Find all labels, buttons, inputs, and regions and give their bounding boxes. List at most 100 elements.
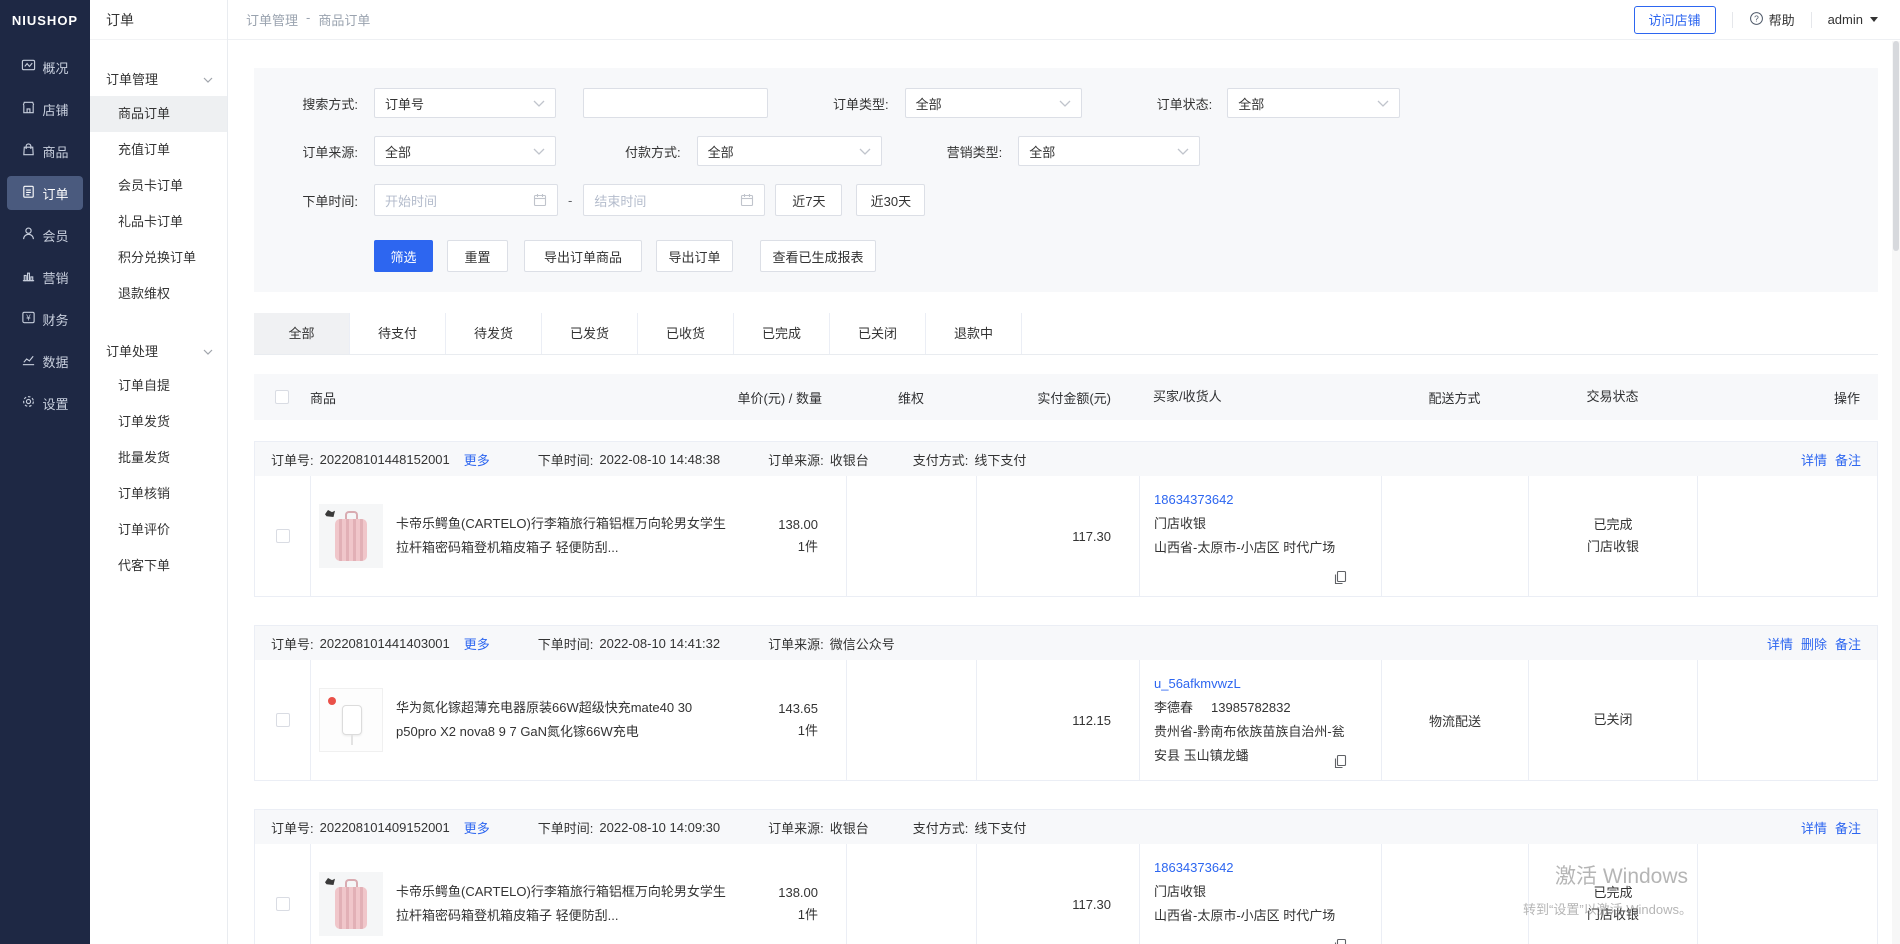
- sidebar-item-orders[interactable]: 订单: [7, 176, 83, 210]
- submenu-item-shipping[interactable]: 订单发货: [90, 404, 227, 440]
- tab-received[interactable]: 已收货: [638, 313, 734, 354]
- buyer-cell: 18634373642 门店收银 山西省-太原市-小店区 时代广场: [1140, 476, 1382, 596]
- last-7-days-button[interactable]: 近7天: [775, 184, 842, 216]
- sidebar-item-settings[interactable]: 设置: [7, 386, 83, 420]
- help-button[interactable]: ? 帮助: [1749, 10, 1795, 29]
- order-more-link[interactable]: 更多: [464, 634, 490, 653]
- submenu-group-label: 订单管理: [106, 69, 158, 88]
- order-delete-link[interactable]: 删除: [1801, 634, 1827, 653]
- order-row: 华为氮化镓超薄充电器原装66W超级快充mate40 30 p50pro X2 n…: [255, 660, 1877, 780]
- order-time-label: 下单时间:: [538, 634, 594, 653]
- delivery-method: 物流配送: [1429, 711, 1481, 730]
- sidebar-item-label: 概况: [42, 58, 68, 77]
- row-checkbox[interactable]: [276, 713, 290, 727]
- export-orders-button[interactable]: 导出订单: [656, 240, 733, 272]
- last-30-days-button[interactable]: 近30天: [856, 184, 925, 216]
- select-all-checkbox[interactable]: [275, 390, 289, 404]
- user-menu[interactable]: admin: [1828, 12, 1878, 27]
- product-image-suitcase: [319, 872, 383, 936]
- sidebar-item-goods[interactable]: 商品: [7, 134, 83, 168]
- tab-pending-shipment[interactable]: 待发货: [446, 313, 542, 354]
- order-more-link[interactable]: 更多: [464, 818, 490, 837]
- row-checkbox[interactable]: [276, 529, 290, 543]
- submenu-item-pickup[interactable]: 订单自提: [90, 368, 227, 404]
- buyer-account-link[interactable]: u_56afkmvwzL: [1154, 672, 1353, 696]
- submenu-item-refund[interactable]: 退款维权: [90, 276, 227, 312]
- topbar-divider: [1811, 12, 1812, 28]
- buyer-account-link[interactable]: 18634373642: [1154, 856, 1353, 880]
- submenu-item-reviews[interactable]: 订单评价: [90, 512, 227, 548]
- copy-icon[interactable]: [1333, 754, 1347, 768]
- submenu-group-header[interactable]: 订单处理: [90, 332, 227, 368]
- trade-status-sub: 门店收银: [1587, 904, 1639, 926]
- sidebar-item-marketing[interactable]: 营销: [7, 260, 83, 294]
- tab-refunding[interactable]: 退款中: [926, 313, 1022, 354]
- copy-icon[interactable]: [1333, 570, 1347, 584]
- select-value: 全部: [385, 142, 411, 161]
- submenu-item-goods-orders[interactable]: 商品订单: [90, 96, 227, 132]
- tab-completed[interactable]: 已完成: [734, 313, 830, 354]
- buyer-name: 门店收银: [1154, 880, 1353, 904]
- tab-closed[interactable]: 已关闭: [830, 313, 926, 354]
- submenu-item-proxy-order[interactable]: 代客下单: [90, 548, 227, 584]
- select-value: 全部: [1238, 94, 1264, 113]
- tab-all[interactable]: 全部: [254, 313, 350, 354]
- reset-button[interactable]: 重置: [447, 240, 508, 272]
- topbar: 订单管理 - 商品订单 访问店铺 ? 帮助 admin: [228, 0, 1900, 40]
- submenu-item-batch-shipping[interactable]: 批量发货: [90, 440, 227, 476]
- order-source-label: 订单来源:: [768, 450, 824, 469]
- order-note-link[interactable]: 备注: [1835, 450, 1861, 469]
- order-no: 202208101409152001: [320, 820, 450, 835]
- buyer-address: 山西省-太原市-小店区 时代广场: [1154, 536, 1353, 560]
- order-status-select[interactable]: 全部: [1227, 88, 1400, 118]
- svg-text:¥: ¥: [27, 313, 32, 322]
- order-detail-link[interactable]: 详情: [1801, 450, 1827, 469]
- col-delivery: 配送方式: [1428, 388, 1480, 407]
- submenu-group-header[interactable]: 订单管理: [90, 60, 227, 96]
- sidebar-item-members[interactable]: 会员: [7, 218, 83, 252]
- tab-pending-payment[interactable]: 待支付: [350, 313, 446, 354]
- product-price: 143.65: [726, 698, 818, 720]
- visit-shop-button[interactable]: 访问店铺: [1634, 6, 1716, 34]
- sidebar-item-data[interactable]: 数据: [7, 344, 83, 378]
- help-label: 帮助: [1769, 10, 1795, 29]
- col-price-qty: 单价(元) / 数量: [738, 388, 823, 407]
- sidebar-item-finance[interactable]: ¥ 财务: [7, 302, 83, 336]
- sidebar-item-shop[interactable]: 店铺: [7, 92, 83, 126]
- order-source-select[interactable]: 全部: [374, 136, 556, 166]
- buyer-account-link[interactable]: 18634373642: [1154, 488, 1353, 512]
- order-source-label: 订单来源:: [284, 142, 358, 161]
- sidebar-item-overview[interactable]: 概况: [7, 50, 83, 84]
- primary-sidebar: NIUSHOP 概况 店铺 商品 订单 会员: [0, 0, 90, 944]
- filter-button[interactable]: 筛选: [374, 240, 433, 272]
- submenu-item-recharge-orders[interactable]: 充值订单: [90, 132, 227, 168]
- order-more-link[interactable]: 更多: [464, 450, 490, 469]
- copy-icon[interactable]: [1333, 938, 1347, 944]
- product-qty: 1件: [726, 904, 818, 926]
- tab-shipped[interactable]: 已发货: [542, 313, 638, 354]
- order-note-link[interactable]: 备注: [1835, 818, 1861, 837]
- order-search-input[interactable]: [583, 88, 768, 118]
- help-icon: ?: [1749, 11, 1764, 29]
- order-note-link[interactable]: 备注: [1835, 634, 1861, 653]
- marketing-type-select[interactable]: 全部: [1018, 136, 1200, 166]
- view-reports-button[interactable]: 查看已生成报表: [760, 240, 876, 272]
- submenu-item-giftcard-orders[interactable]: 礼品卡订单: [90, 204, 227, 240]
- submenu-item-points-orders[interactable]: 积分兑换订单: [90, 240, 227, 276]
- order-type-select[interactable]: 全部: [905, 88, 1082, 118]
- row-checkbox[interactable]: [276, 897, 290, 911]
- scrollbar-thumb[interactable]: [1893, 41, 1899, 251]
- pay-method-select[interactable]: 全部: [697, 136, 882, 166]
- order-detail-link[interactable]: 详情: [1801, 818, 1827, 837]
- select-value: 全部: [1029, 142, 1055, 161]
- order-detail-link[interactable]: 详情: [1767, 634, 1793, 653]
- submenu-item-verification[interactable]: 订单核销: [90, 476, 227, 512]
- export-order-goods-button[interactable]: 导出订单商品: [524, 240, 642, 272]
- vertical-scrollbar[interactable]: [1892, 41, 1900, 944]
- start-date-input[interactable]: 开始时间: [374, 184, 558, 216]
- search-type-select[interactable]: 订单号: [374, 88, 556, 118]
- sidebar-item-label: 订单: [42, 184, 68, 203]
- submenu-item-membercard-orders[interactable]: 会员卡订单: [90, 168, 227, 204]
- end-date-input[interactable]: 结束时间: [583, 184, 765, 216]
- chevron-down-icon: [859, 148, 871, 155]
